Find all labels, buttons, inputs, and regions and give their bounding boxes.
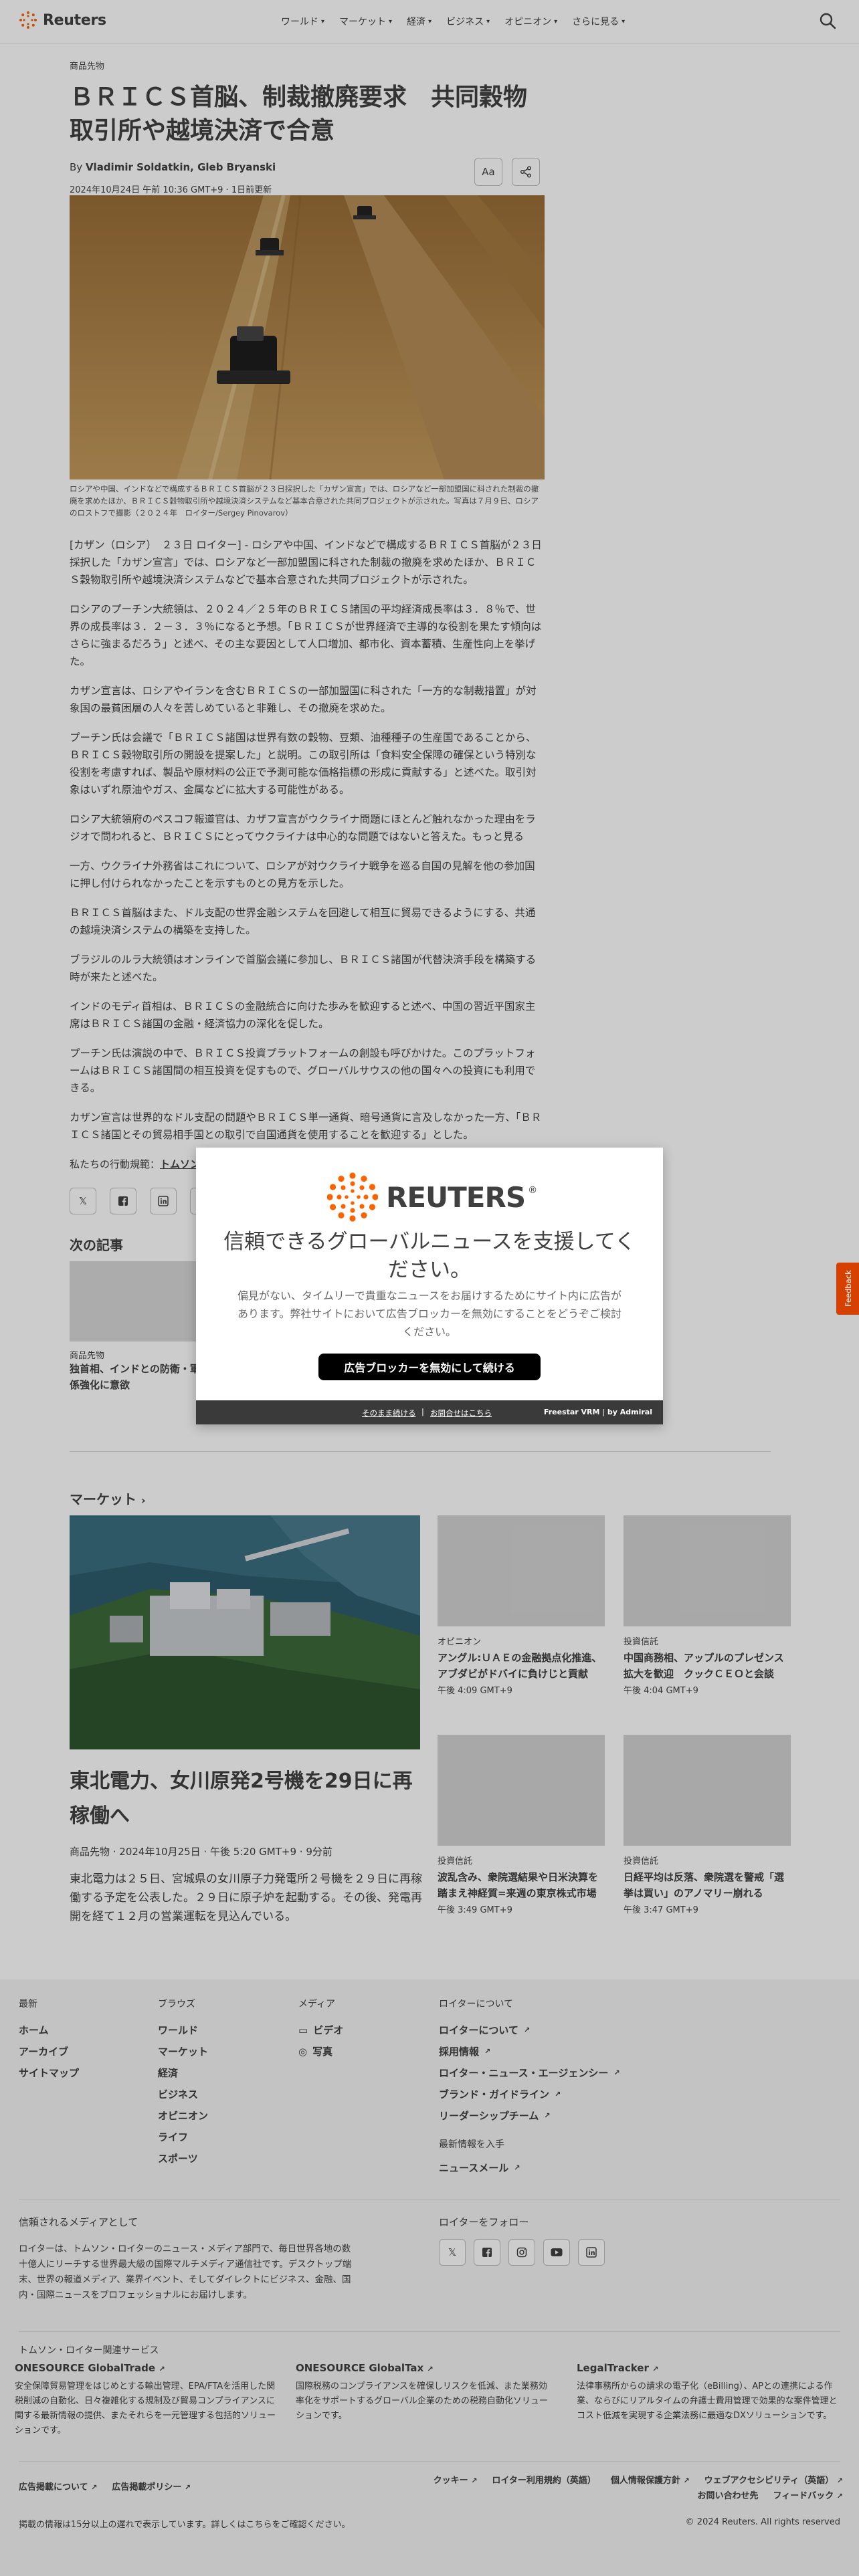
powered-by: Freestar VRM | by Admiral <box>544 1408 652 1416</box>
powered-by-text: Freestar VRM <box>543 1408 600 1416</box>
separator: | <box>421 1407 424 1416</box>
modal-footer-bar: そのまま続ける | お問合せはこちら Freestar VRM | by Adm… <box>196 1400 663 1424</box>
modal-logo: REUTERS ® <box>327 1172 537 1222</box>
modal-title: 信頼できるグローバルニュースを支援してください。 <box>223 1230 636 1282</box>
continue-anyway-link[interactable]: そのまま続ける <box>362 1408 416 1418</box>
disable-adblock-button[interactable]: 広告ブロッカーを無効にして続ける <box>318 1354 541 1380</box>
contact-us-link[interactable]: お問合せはこちら <box>430 1408 492 1418</box>
modal-text: 偏見がない、タイムリーで貴重なニュースをお届けするためにサイト内に広告があります… <box>237 1289 622 1338</box>
by-admiral-text: by Admiral <box>607 1408 652 1416</box>
separator: | <box>602 1408 605 1416</box>
page: Reuters ワールド ▾ マーケット ▾ 経済 ▾ ビジネス ▾ オピニオン ▾ さら… <box>0 0 859 2576</box>
reuters-logo-icon <box>327 1172 378 1222</box>
feedback-tab[interactable]: Feedback <box>836 1263 859 1315</box>
adblock-modal: REUTERS ® 信頼できるグローバルニュースを支援してください。 偏見がない、… <box>196 1148 663 1424</box>
registered-mark: ® <box>528 1185 538 1196</box>
modal-logo-text: REUTERS <box>386 1180 526 1214</box>
feedback-label: Feedback <box>844 1270 853 1307</box>
